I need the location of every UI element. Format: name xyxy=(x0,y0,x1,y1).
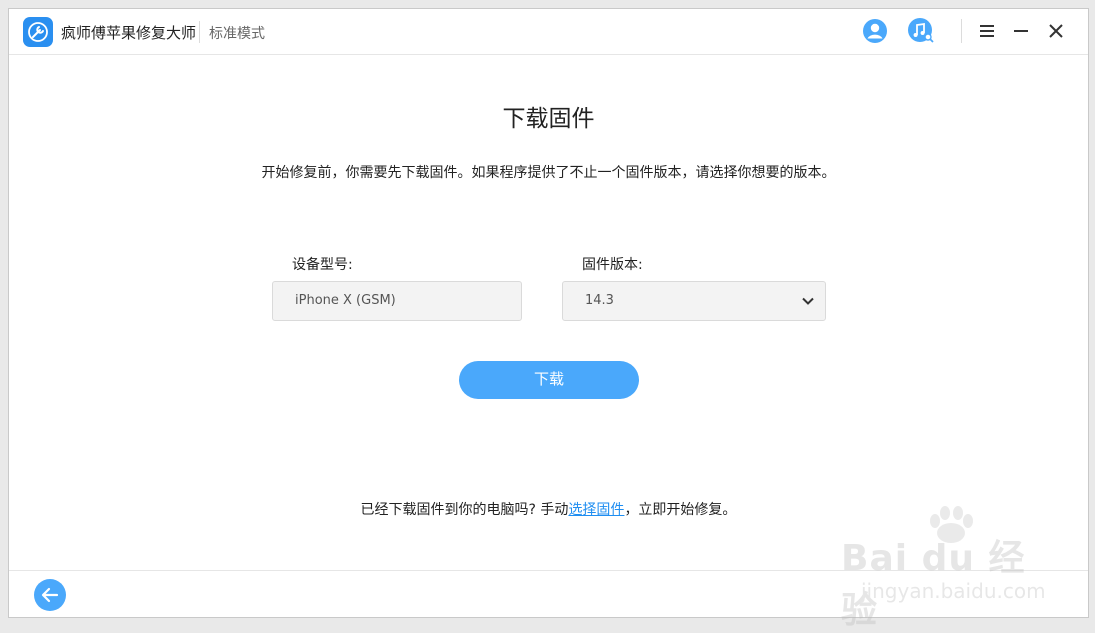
arrow-left-icon xyxy=(41,587,59,603)
chevron-down-icon xyxy=(802,297,814,305)
mode-label[interactable]: 标准模式 xyxy=(209,23,265,43)
title-bar: 疯师傅苹果修复大师 标准模式 xyxy=(9,9,1088,55)
close-icon[interactable] xyxy=(1042,17,1070,45)
app-logo-icon xyxy=(23,17,53,47)
firmware-version-select[interactable]: 14.3 xyxy=(562,281,826,321)
minimize-icon[interactable] xyxy=(1007,17,1035,45)
firmware-version-value: 14.3 xyxy=(585,293,614,308)
toolbar-separator xyxy=(961,19,962,43)
menu-icon[interactable] xyxy=(973,17,1001,45)
baidu-watermark: Bai du 经验 jingyan.baidu.com xyxy=(841,505,1061,631)
select-firmware-link[interactable]: 选择固件 xyxy=(568,502,624,518)
firmware-version-label: 固件版本: xyxy=(582,257,643,273)
download-button[interactable]: 下载 xyxy=(459,361,639,399)
user-icon[interactable] xyxy=(861,17,889,45)
back-button[interactable] xyxy=(34,579,66,611)
device-model-label: 设备型号: xyxy=(292,257,353,273)
page-description: 开始修复前，你需要先下载固件。如果程序提供了不止一个固件版本，请选择你想要的版本… xyxy=(261,165,836,181)
watermark-url: jingyan.baidu.com xyxy=(861,579,1046,603)
title-divider xyxy=(199,21,200,43)
page-title: 下载固件 xyxy=(502,106,595,132)
app-window: 疯师傅苹果修复大师 标准模式 下载固件 开始修复前，你需要先下载固件。如果程序提… xyxy=(8,8,1089,631)
device-model-field: iPhone X (GSM) xyxy=(272,281,522,321)
note-suffix: ，立即开始修复。 xyxy=(624,502,737,518)
app-title: 疯师傅苹果修复大师 xyxy=(61,24,197,42)
device-model-value: iPhone X (GSM) xyxy=(295,293,396,308)
note-prefix: 已经下载固件到你的电脑吗? 手动 xyxy=(360,502,569,518)
music-search-icon[interactable] xyxy=(907,17,935,45)
